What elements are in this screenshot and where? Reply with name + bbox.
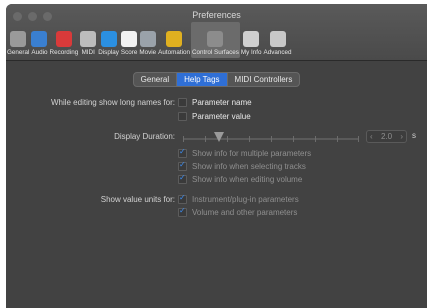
parameter-value-checkbox[interactable]	[178, 112, 187, 121]
toolbar-item-label: General	[7, 49, 30, 56]
long-names-label: While editing show long names for:	[50, 98, 175, 107]
toolbar-item-movie[interactable]: Movie	[138, 22, 157, 58]
display-duration-slider[interactable]	[183, 132, 359, 143]
stepper-decrement-icon[interactable]: ‹	[370, 132, 373, 141]
show-info-tracks-label: Show info when selecting tracks	[192, 162, 306, 171]
toolbar-item-automation[interactable]: Automation	[157, 22, 191, 58]
toolbar-item-recording[interactable]: Recording	[49, 22, 80, 58]
monitor-icon	[100, 31, 117, 47]
preferences-window: Preferences General Audio Recording MIDI Dis…	[6, 4, 427, 308]
toolbar-item-label: Score	[120, 49, 138, 56]
tab-general[interactable]: General	[134, 73, 178, 86]
parameter-name-checkbox[interactable]	[178, 98, 187, 107]
music-note-icon	[121, 31, 138, 47]
toolbar-item-advanced[interactable]: Advanced	[263, 22, 293, 58]
mixer-icon	[207, 31, 224, 47]
parameter-name-label: Parameter name	[192, 98, 252, 107]
toolbar-item-display[interactable]: Display	[97, 22, 120, 58]
window-title: Preferences	[192, 10, 241, 20]
parameter-name-option[interactable]: Parameter name	[178, 98, 252, 107]
duration-value[interactable]: 2.0	[381, 132, 392, 141]
show-info-volume-checkbox[interactable]	[178, 173, 187, 184]
tab-help-tags[interactable]: Help Tags	[177, 73, 228, 86]
toolbar-item-label: Movie	[139, 49, 157, 56]
show-info-volume-label: Show info when editing volume	[192, 175, 303, 184]
toolbar-item-label: Control Surfaces	[191, 49, 239, 56]
slider-knob[interactable]	[214, 132, 224, 142]
camera-icon	[139, 31, 156, 47]
toolbar-item-label: Audio	[31, 49, 48, 56]
toolbar-item-control-surfaces[interactable]: Control Surfaces	[190, 22, 240, 58]
toolbar-item-score[interactable]: Score	[120, 22, 138, 58]
display-duration-label: Display Duration:	[114, 132, 175, 141]
value-units-label: Show value units for:	[100, 195, 175, 204]
toolbar-item-my-info[interactable]: My Info	[240, 22, 263, 58]
instrument-parameters-option[interactable]: Instrument/plug-in parameters	[178, 193, 299, 204]
toolbar-item-midi[interactable]: MIDI	[79, 22, 97, 58]
show-info-tracks-option[interactable]: Show info when selecting tracks	[178, 160, 306, 171]
waveform-icon	[31, 31, 48, 47]
show-info-multiple-checkbox[interactable]	[178, 147, 187, 158]
tab-bar: General Help Tags MIDI Controllers	[6, 72, 427, 87]
volume-parameters-option[interactable]: Volume and other parameters	[178, 206, 298, 217]
instrument-parameters-checkbox[interactable]	[178, 193, 187, 204]
toolbar-item-general[interactable]: General	[6, 22, 30, 58]
toolbar-item-label: Recording	[49, 49, 79, 56]
toolbar-item-label: Advanced	[263, 49, 292, 56]
record-icon	[55, 31, 72, 47]
parameter-value-option[interactable]: Parameter value	[178, 112, 251, 121]
show-info-multiple-label: Show info for multiple parameters	[192, 149, 312, 158]
toolbar-item-label: Automation	[158, 49, 190, 56]
tab-midi-controllers[interactable]: MIDI Controllers	[228, 73, 300, 86]
show-info-volume-option[interactable]: Show info when editing volume	[178, 173, 303, 184]
toolbar-item-label: MIDI	[81, 49, 95, 56]
toolbar-item-label: Display	[98, 49, 119, 56]
instrument-parameters-label: Instrument/plug-in parameters	[192, 195, 299, 204]
midi-port-icon	[80, 31, 97, 47]
duration-unit: s	[412, 131, 416, 140]
person-icon	[243, 31, 260, 47]
parameter-value-label: Parameter value	[192, 112, 251, 121]
duration-stepper[interactable]: ‹ 2.0 ›	[366, 130, 407, 143]
title-bar: Preferences General Audio Recording MIDI Dis…	[6, 4, 427, 61]
volume-parameters-label: Volume and other parameters	[192, 208, 298, 217]
toolbar-item-label: My Info	[240, 49, 262, 56]
volume-parameters-checkbox[interactable]	[178, 206, 187, 217]
preferences-toolbar: General Audio Recording MIDI Display Score Mov…	[6, 22, 293, 58]
automation-curve-icon	[166, 31, 183, 47]
gear-icon	[269, 31, 286, 47]
stepper-increment-icon[interactable]: ›	[400, 132, 403, 141]
show-info-multiple-option[interactable]: Show info for multiple parameters	[178, 147, 312, 158]
phone-icon	[10, 31, 27, 47]
show-info-tracks-checkbox[interactable]	[178, 160, 187, 171]
toolbar-item-audio[interactable]: Audio	[30, 22, 48, 58]
